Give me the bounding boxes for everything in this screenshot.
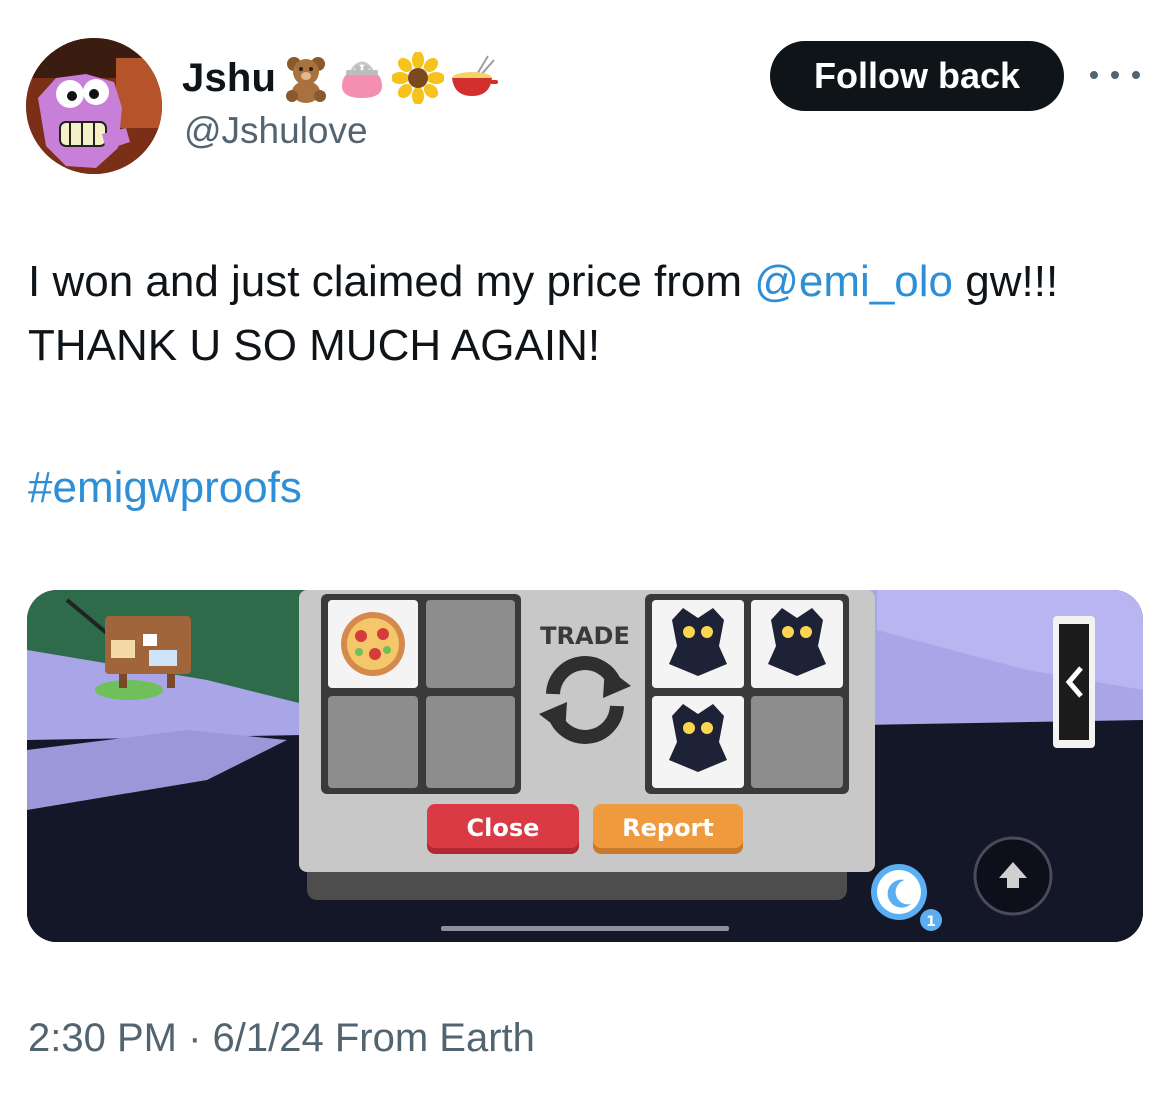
tweet-meta: 2:30 PM · 6/1/24 From Earth [28, 1016, 535, 1061]
follow-back-button[interactable]: Follow back [770, 41, 1064, 111]
tweet-text-part: I won and just claimed my price from [28, 257, 755, 306]
avatar[interactable] [26, 38, 162, 174]
tweet-time[interactable]: 2:30 PM [28, 1016, 177, 1061]
sunflower-icon [392, 52, 445, 104]
tweet-date[interactable]: 6/1/24 [213, 1016, 324, 1061]
purse-icon [342, 61, 383, 98]
report-button-label: Report [622, 814, 714, 842]
close-button[interactable]: Close [427, 804, 579, 854]
game-screenshot: TRADE Close Report 1 [27, 590, 1143, 942]
mention-link[interactable]: @emi_olo [754, 257, 953, 306]
fondue-icon [452, 55, 499, 96]
shadow-dragon-pet-icon [669, 608, 727, 676]
tweet-source: From Earth [323, 1016, 535, 1060]
trade-title: TRADE [540, 622, 630, 650]
meta-separator: · [176, 1016, 213, 1060]
display-name-row[interactable]: Jshu [182, 50, 500, 106]
report-button[interactable]: Report [593, 804, 743, 854]
shadow-dragon-pet-icon [669, 704, 727, 772]
avatar-image [26, 38, 162, 174]
sleep-badge-count: 1 [926, 914, 936, 930]
pizza-icon [341, 612, 405, 676]
display-name[interactable]: Jshu [182, 56, 276, 101]
hashtag-link[interactable]: #emigwproofs [28, 460, 302, 516]
shadow-dragon-pet-icon [768, 608, 826, 676]
tweet-header: Jshu @Jshulove Follow back [0, 0, 1170, 200]
media-image[interactable]: TRADE Close Report 1 [27, 590, 1143, 942]
tweet-text: I won and just claimed my price from @em… [28, 250, 1138, 378]
more-horizontal-icon[interactable] [1090, 60, 1140, 90]
handle[interactable]: @Jshulove [184, 110, 368, 152]
jump-arrow-icon[interactable] [973, 836, 1053, 916]
home-indicator [441, 926, 729, 931]
close-button-label: Close [467, 814, 540, 842]
teddy-bear-icon [286, 57, 327, 103]
side-menu-tab[interactable] [1053, 616, 1095, 748]
